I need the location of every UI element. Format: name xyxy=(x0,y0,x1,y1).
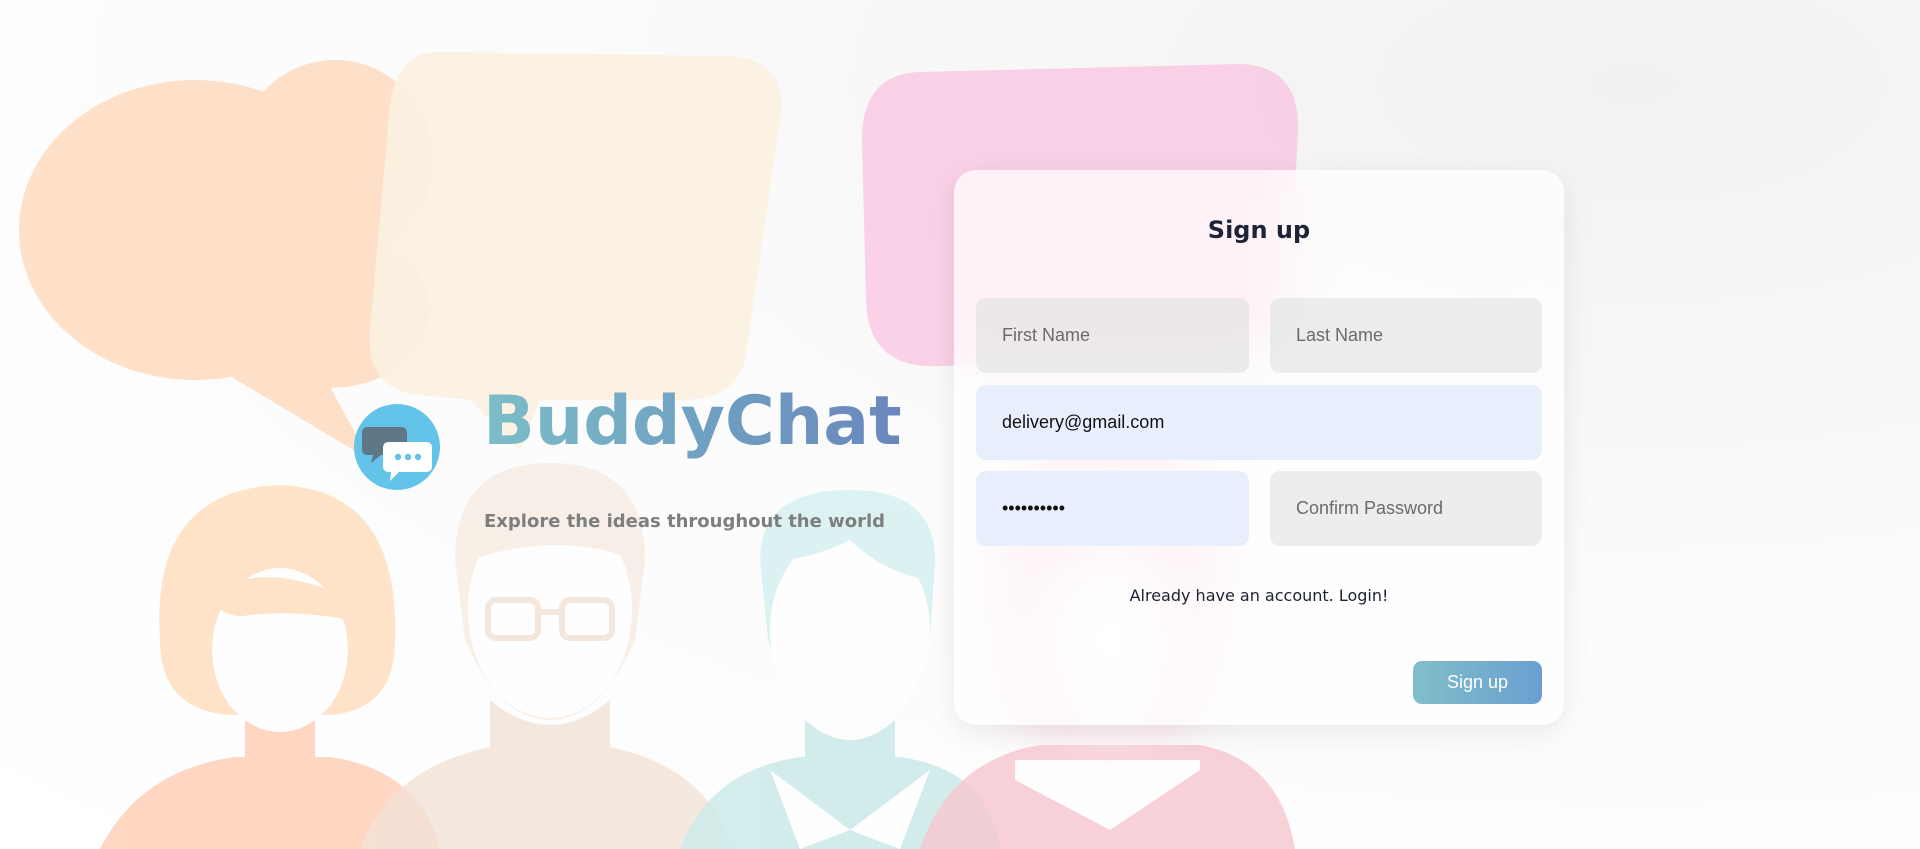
brand-name: BuddyChat xyxy=(483,382,902,461)
first-name-input[interactable] xyxy=(976,298,1249,373)
signup-card: Sign up Already have an account. Login! … xyxy=(954,170,1564,725)
email-input[interactable] xyxy=(976,385,1542,460)
signup-button[interactable]: Sign up xyxy=(1413,661,1542,704)
login-link[interactable]: Already have an account. Login! xyxy=(954,586,1564,605)
password-input[interactable] xyxy=(976,471,1249,546)
signup-title: Sign up xyxy=(1207,216,1311,244)
last-name-input[interactable] xyxy=(1270,298,1542,373)
brand-tagline: Explore the ideas throughout the world xyxy=(484,511,886,532)
chat-bubbles-icon xyxy=(354,404,440,490)
confirm-password-input[interactable] xyxy=(1270,471,1542,546)
brand-block: BuddyChat Explore the ideas throughout t… xyxy=(354,382,902,552)
signup-page: BuddyChat Explore the ideas throughout t… xyxy=(0,0,1920,849)
